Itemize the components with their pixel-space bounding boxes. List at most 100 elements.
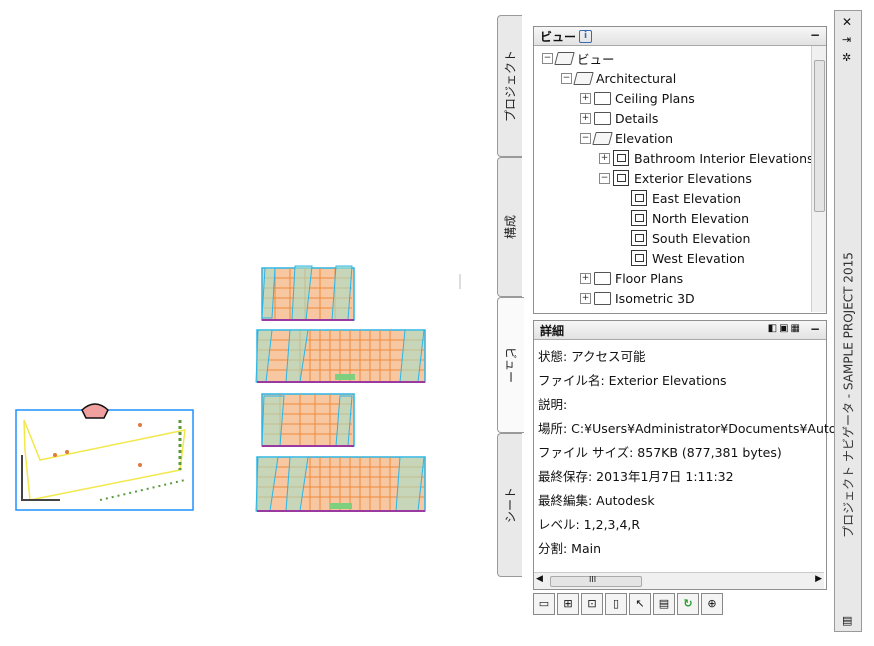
tree-item[interactable]: + Details (580, 108, 658, 128)
tree-item[interactable]: + Ceiling Plans (580, 88, 695, 108)
view-icon (613, 170, 629, 186)
drawing-canvas[interactable] (0, 0, 500, 643)
tree-item-label: Isometric 3D (615, 290, 695, 306)
views-panel: ビュー i − − ビュー − Architectural + Ceiling Plans… (533, 26, 827, 314)
expand-icon[interactable]: + (580, 112, 591, 124)
collapse-icon[interactable]: − (542, 52, 553, 64)
view-icon (631, 250, 647, 266)
tree-item-label: West Elevation (652, 250, 745, 266)
view-icon (613, 150, 629, 166)
elevation-drawing-3[interactable] (261, 393, 355, 447)
tab-sheets-label: シート (503, 486, 518, 524)
scroll-grip: III (589, 575, 597, 584)
tree-item[interactable]: + Isometric 3D (580, 288, 695, 308)
detail-row: 分割: Main (538, 541, 602, 556)
tree-item[interactable]: − ビュー (542, 48, 615, 68)
expand-icon[interactable]: + (580, 92, 591, 104)
tree-item[interactable]: West Elevation (618, 248, 745, 268)
details-hscrollbar[interactable]: ◀ III ▶ (534, 572, 824, 589)
tree-item-label: South Elevation (652, 230, 751, 246)
regenerate-icon[interactable]: ⊕ (701, 593, 723, 615)
tab-project[interactable]: プロジェクト (497, 15, 522, 157)
tab-sheets[interactable]: シート (497, 433, 522, 577)
details-panel: 詳細 ◧▣▦ − 状態: アクセス可能ファイル名: Exterior Eleva… (533, 320, 843, 590)
views-tree-scroll-thumb[interactable] (814, 60, 825, 212)
floor-plan-drawing[interactable] (15, 403, 194, 511)
expand-icon[interactable]: + (580, 272, 591, 284)
detail-row: ファイル サイズ: 857KB (877,381 bytes) (538, 445, 782, 460)
new-detail-icon[interactable]: ⊡ (581, 593, 603, 615)
refresh-icon[interactable]: ↻ (677, 593, 699, 615)
views-tree[interactable]: − ビュー − Architectural + Ceiling Plans + Details… (534, 46, 826, 308)
details-panel-header: 詳細 ◧▣▦ − (534, 321, 826, 340)
folder-icon (594, 91, 611, 105)
elevation-drawing-1[interactable] (261, 265, 355, 321)
detail-row: 場所: C:¥Users¥Administrator¥Documents¥Aut… (538, 421, 844, 436)
palette-title-bar[interactable]: ✕ ⇥ ✲ プロジェクト ナビゲータ - SAMPLE PROJECT 2015… (834, 10, 862, 632)
tab-views-label: ビュー (503, 346, 518, 384)
view-icon (631, 230, 647, 246)
tree-item[interactable]: − Architectural (561, 68, 676, 88)
project-navigator-palette: プロジェクト 構成 ビュー シート ビュー i − − ビュー − Architect… (497, 10, 843, 630)
detail-row: 説明: (538, 397, 568, 412)
scroll-left-arrow-icon[interactable]: ◀ (536, 574, 543, 584)
collapse-icon[interactable]: − (580, 132, 591, 144)
tree-item-label: Floor Plans (615, 270, 684, 286)
detail-row: 状態: アクセス可能 (538, 349, 646, 364)
properties-icon[interactable]: ▤ (842, 614, 852, 627)
info-icon[interactable]: i (579, 29, 593, 43)
palette-tab-strip: プロジェクト 構成 ビュー シート (497, 15, 524, 577)
details-hscroll-thumb[interactable]: III (550, 575, 642, 587)
tree-item-label: Details (615, 110, 659, 126)
folder-icon (594, 271, 611, 285)
new-view-icon[interactable]: ▭ (533, 593, 555, 615)
auto-hide-icon[interactable]: ⇥ (842, 33, 851, 46)
view-icon (631, 190, 647, 206)
close-icon[interactable]: ✕ (842, 15, 852, 29)
details-list: 状態: アクセス可能ファイル名: Exterior Elevations 説明: 場… (534, 340, 843, 570)
open-folder-icon (573, 71, 594, 85)
expand-icon[interactable]: + (580, 292, 591, 304)
tree-item[interactable]: North Elevation (618, 208, 749, 228)
views-panel-minimize-button[interactable]: − (810, 28, 820, 42)
clipboard-icon[interactable]: ▯ (605, 593, 627, 615)
tree-item[interactable]: − Exterior Elevations (599, 168, 752, 188)
views-toolbar: ▭ ⊞ ⊡ ▯ ↖ ▤ ↻ ⊕ (533, 593, 723, 617)
views-tree-scrollbar[interactable] (811, 46, 826, 312)
tree-item-label: East Elevation (652, 190, 742, 206)
view-icon (631, 210, 647, 226)
tab-constructs[interactable]: 構成 (497, 157, 522, 297)
elevation-drawing-4[interactable] (255, 456, 426, 512)
tree-item-label: Architectural (596, 70, 677, 86)
scroll-right-arrow-icon[interactable]: ▶ (815, 574, 822, 584)
folder-icon (594, 111, 611, 125)
views-panel-header: ビュー i − (534, 27, 826, 46)
detail-row: ファイル名: Exterior Elevations (538, 373, 727, 388)
tree-item-label: Bathroom Interior Elevations (634, 150, 814, 166)
details-panel-minimize-button[interactable]: − (810, 322, 820, 336)
elevation-drawing-2[interactable] (255, 329, 426, 383)
details-toolbar-icons[interactable]: ◧▣▦ (768, 323, 802, 334)
tree-item[interactable]: East Elevation (618, 188, 741, 208)
tree-item[interactable]: + Floor Plans (580, 268, 683, 288)
views-panel-title: ビュー (540, 29, 577, 44)
new-section-icon[interactable]: ⊞ (557, 593, 579, 615)
tree-item-label: Exterior Elevations (634, 170, 752, 186)
tree-item[interactable]: − Elevation (580, 128, 673, 148)
tab-views[interactable]: ビュー (497, 297, 524, 433)
tree-item-label: Elevation (615, 130, 674, 146)
tree-item[interactable]: South Elevation (618, 228, 750, 248)
sheet-icon[interactable]: ▤ (653, 593, 675, 615)
collapse-icon[interactable]: − (599, 172, 610, 184)
tree-item-label: North Elevation (652, 210, 749, 226)
settings-icon[interactable]: ✲ (842, 51, 851, 64)
drawing-svg[interactable] (0, 0, 500, 643)
collapse-icon[interactable]: − (561, 72, 572, 84)
tab-project-label: プロジェクト (503, 49, 518, 123)
tree-item[interactable]: + Bathroom Interior Elevations (599, 148, 814, 168)
tree-item-label: Ceiling Plans (615, 90, 695, 106)
palette-title: プロジェクト ナビゲータ - SAMPLE PROJECT 2015 (841, 252, 856, 539)
properties-icon[interactable]: ↖ (629, 593, 651, 615)
expand-icon[interactable]: + (599, 152, 610, 164)
detail-row: 最終編集: Autodesk (538, 493, 655, 508)
